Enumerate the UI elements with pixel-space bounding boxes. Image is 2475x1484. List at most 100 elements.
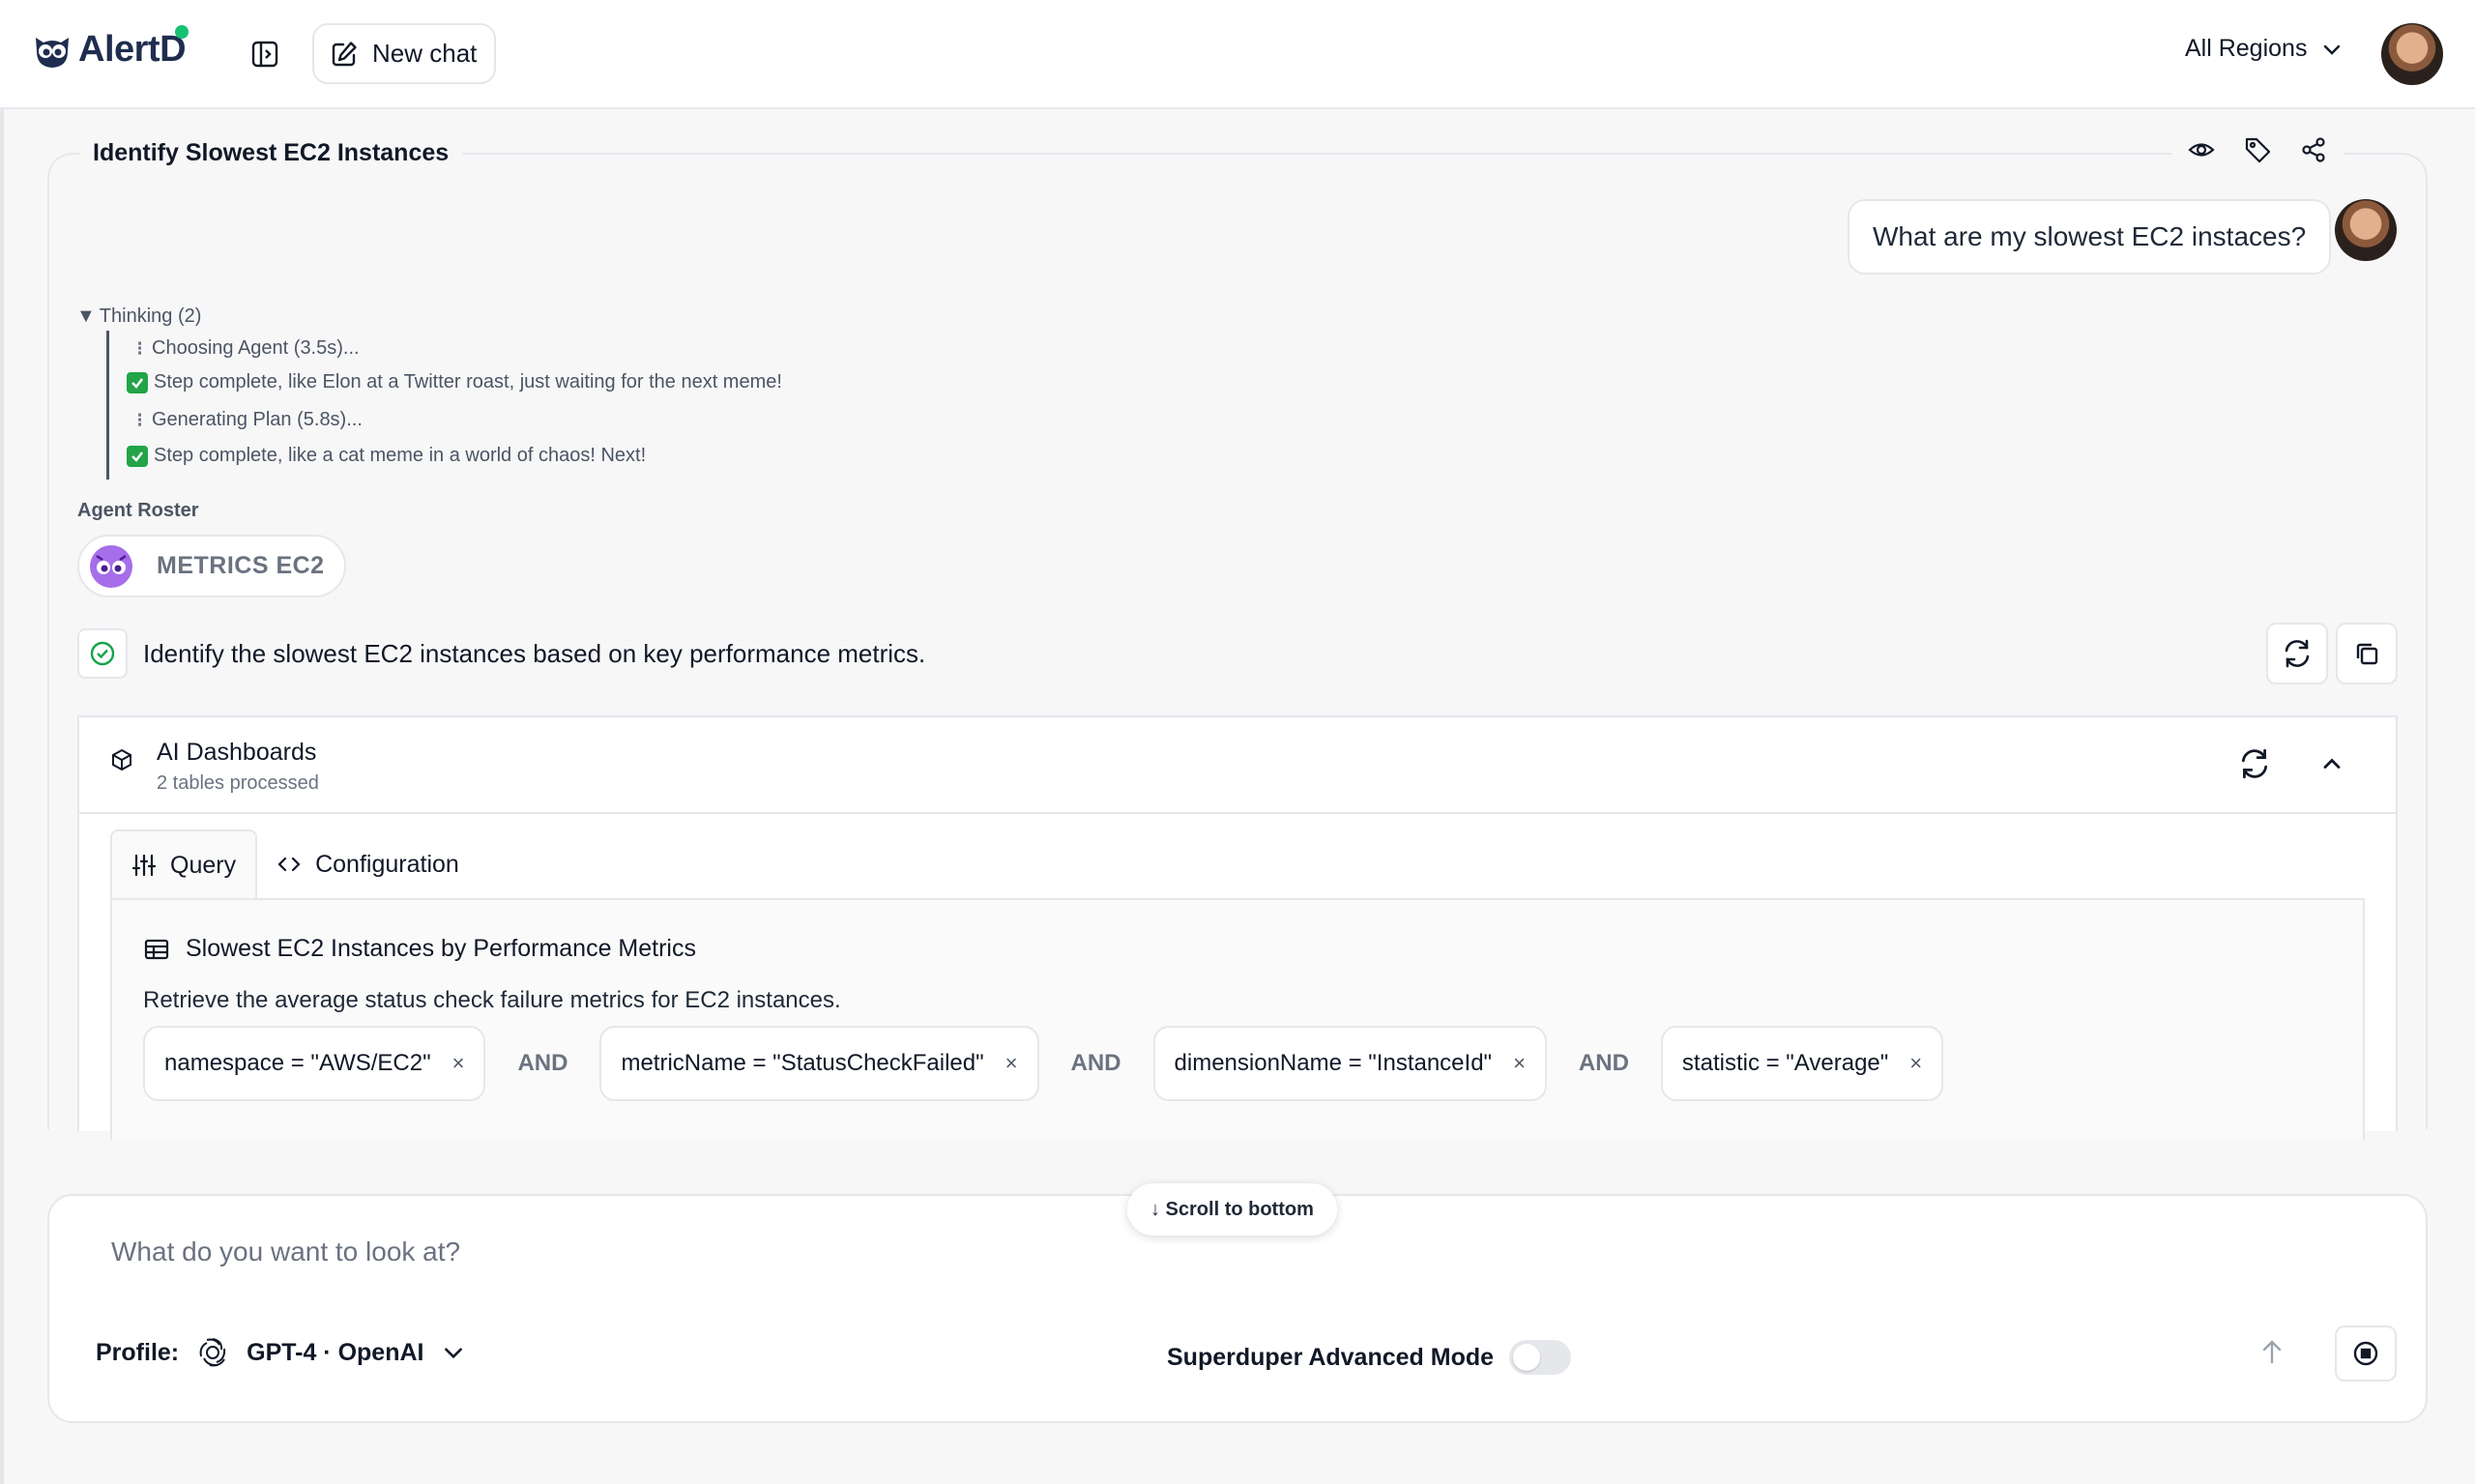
check-icon [127,371,148,393]
filter-text: metricName = "StatusCheckFailed" [621,1050,984,1076]
owl-agent-icon [90,544,132,588]
thinking-step: Step complete, like a cat meme in a worl… [127,445,646,467]
collapse-button[interactable] [2318,750,2345,777]
remove-filter-icon[interactable]: × [452,1051,465,1076]
filter-text: dimensionName = "InstanceId" [1174,1050,1493,1076]
openai-icon [199,1338,226,1367]
thinking-step-text: Step complete, like Elon at a Twitter ro… [154,371,782,393]
conversation-title: Identify Slowest EC2 Instances [93,139,450,166]
user-message: What are my slowest EC2 instaces? [1848,199,2332,275]
user-avatar[interactable] [2381,23,2443,85]
query-panel: Slowest EC2 Instances by Performance Met… [110,898,2365,1140]
spinner-icon: ⁝ [136,410,142,431]
thinking-step-text: Generating Plan (5.8s)... [152,409,363,430]
copy-icon [2356,643,2378,665]
cube-icon [112,748,131,771]
and-operator: AND [1578,1050,1629,1076]
check-icon [127,445,148,467]
edit-icon [332,41,357,66]
tag-button[interactable] [2241,133,2274,166]
region-selector[interactable]: All Regions [2185,35,2344,63]
new-chat-label: New chat [372,39,478,68]
tab-label: Query [170,851,237,879]
sidebar-toggle-button[interactable] [246,35,284,73]
advanced-mode-label: Superduper Advanced Mode [1167,1343,1495,1371]
query-title: Slowest EC2 Instances by Performance Met… [143,935,696,963]
owl-logo-icon [36,37,69,68]
top-bar: AlertD New chat All Regions [0,0,2475,109]
filter-text: namespace = "AWS/EC2" [164,1050,431,1076]
agent-name: METRICS EC2 [157,552,325,579]
thinking-step: ⁝ Choosing Agent (3.5s)... [132,336,359,361]
copy-button[interactable] [2336,623,2398,684]
stop-button[interactable] [2335,1325,2397,1382]
thinking-step: ⁝ Generating Plan (5.8s)... [132,408,363,432]
stop-icon [2353,1341,2378,1366]
status-dot [175,25,189,39]
filter-text: statistic = "Average" [1681,1050,1889,1076]
title-divider [462,153,2164,155]
scroll-to-bottom-button[interactable]: ↓ Scroll to bottom [1127,1183,1337,1236]
refresh-icon [2241,748,2268,779]
message-avatar [2335,199,2397,261]
profile-label: Profile: [96,1338,180,1366]
share-icon [2302,137,2325,162]
filter-chip[interactable]: dimensionName = "InstanceId" × [1152,1026,1547,1101]
model-selector[interactable]: GPT-4 · OpenAI [196,1336,466,1369]
filter-chip[interactable]: metricName = "StatusCheckFailed" × [599,1026,1039,1101]
thinking-toggle[interactable]: ▼ Thinking (2) [76,306,201,328]
left-edge-rail [0,109,4,1484]
and-operator: AND [1070,1050,1121,1076]
title-actions [2171,133,2344,166]
tab-configuration[interactable]: Configuration [257,829,479,899]
advanced-mode-toggle[interactable] [1509,1340,1572,1375]
chevron-down-icon [445,1348,463,1359]
refresh-icon [2285,639,2310,668]
region-label: All Regions [2185,35,2308,62]
thinking-header: Thinking (2) [99,306,202,327]
filter-chip[interactable]: namespace = "AWS/EC2" × [143,1026,486,1101]
sliders-icon [131,854,157,877]
profile-selector[interactable]: Profile: GPT-4 · OpenAI [96,1336,466,1369]
tab-query[interactable]: Query [110,829,258,899]
thinking-section: ▼ Thinking (2) ⁝ Choosing Agent (3.5s)..… [76,306,782,480]
arrow-up-icon [2262,1340,2282,1364]
remove-filter-icon[interactable]: × [1513,1051,1526,1076]
remove-filter-icon[interactable]: × [1909,1051,1922,1076]
dashboard-header[interactable]: AI Dashboards 2 tables processed [79,717,2396,814]
spinner-icon: ⁝ [136,338,142,360]
prompt-input[interactable] [111,1237,2335,1267]
chevron-down-icon [2324,44,2341,55]
thinking-step-text: Step complete, like a cat meme in a worl… [154,445,647,466]
dashboard-tabs: Query Configuration [110,829,479,899]
dashboard-subtitle: 2 tables processed [157,772,319,794]
remove-filter-icon[interactable]: × [1005,1051,1018,1076]
dashboard-refresh-button[interactable] [2237,746,2272,781]
filter-chip[interactable]: statistic = "Average" × [1660,1026,1944,1101]
thinking-steps: ⁝ Choosing Agent (3.5s)... Step complete… [106,331,841,480]
conversation-title-wrap: Identify Slowest EC2 Instances [79,139,463,167]
rerun-button[interactable] [2266,623,2328,684]
share-button[interactable] [2297,133,2330,166]
code-icon [277,857,301,872]
task-description: Identify the slowest EC2 instances based… [143,639,926,668]
brand-logo[interactable]: AlertD [32,25,189,71]
tab-label: Configuration [315,850,459,878]
chevron-up-icon [2323,758,2341,769]
agent-chip[interactable]: METRICS EC2 [77,535,346,597]
tag-icon [2245,137,2271,163]
view-button[interactable] [2185,133,2218,166]
brand-name: AlertD [78,29,187,70]
table-icon [144,939,169,959]
advanced-mode: Superduper Advanced Mode [1167,1340,1572,1375]
new-chat-button[interactable]: New chat [312,23,497,84]
and-operator: AND [517,1050,568,1076]
check-circle-icon [90,641,115,666]
query-description: Retrieve the average status check failur… [143,987,841,1013]
send-button[interactable] [2257,1337,2286,1366]
filter-list: namespace = "AWS/EC2" × AND metricName =… [143,1026,1944,1101]
ai-dashboards-card: AI Dashboards 2 tables processed Query C… [77,715,2398,1140]
model-name: GPT-4 · OpenAI [247,1338,424,1366]
task-status-badge [77,628,128,679]
triangle-down-icon: ▼ [76,306,96,327]
